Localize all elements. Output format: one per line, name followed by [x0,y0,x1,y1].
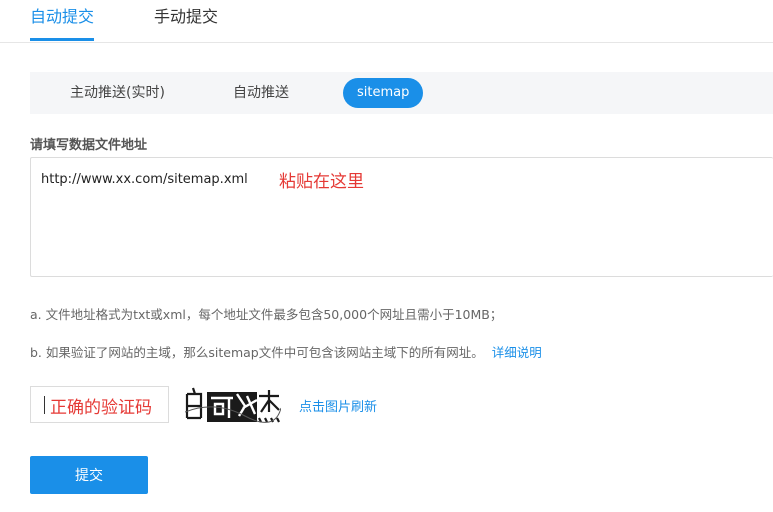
tab-auto-submit[interactable]: 自动提交 [30,6,94,28]
data-file-address-label: 请填写数据文件地址 [30,138,148,153]
captcha-input-value: 正确的验证码 [50,398,152,418]
note-main-domain-text: b. 如果验证了网站的主域，那么sitemap文件中可包含该网站主域下的所有网址… [30,345,484,360]
main-tabs: 自动提交 手动提交 [0,0,773,43]
submission-method-bar: 主动推送(实时) 自动推送 sitemap [30,72,773,114]
captcha-image[interactable] [185,386,281,424]
active-tab-indicator [30,38,94,41]
details-link[interactable]: 详细说明 [492,345,542,360]
paste-here-annotation: 粘贴在这里 [279,172,364,192]
note-main-domain: b. 如果验证了网站的主域，那么sitemap文件中可包含该网站主域下的所有网址… [30,342,542,361]
subtab-sitemap[interactable]: sitemap [343,78,424,108]
sitemap-url-value: http://www.xx.com/sitemap.xml [41,172,248,187]
submit-button[interactable]: 提交 [30,456,148,494]
subtab-active-push[interactable]: 主动推送(实时) [70,72,165,114]
tab-manual-submit[interactable]: 手动提交 [154,6,218,28]
captcha-input[interactable]: 正确的验证码 [30,386,169,423]
subtab-auto-push[interactable]: 自动推送 [233,72,289,114]
text-caret [44,396,45,414]
sitemap-url-textarea[interactable]: http://www.xx.com/sitemap.xml 粘贴在这里 [30,157,773,277]
refresh-captcha-link[interactable]: 点击图片刷新 [299,396,377,415]
note-file-format: a. 文件地址格式为txt或xml，每个地址文件最多包含50,000个网址且需小… [30,307,503,322]
